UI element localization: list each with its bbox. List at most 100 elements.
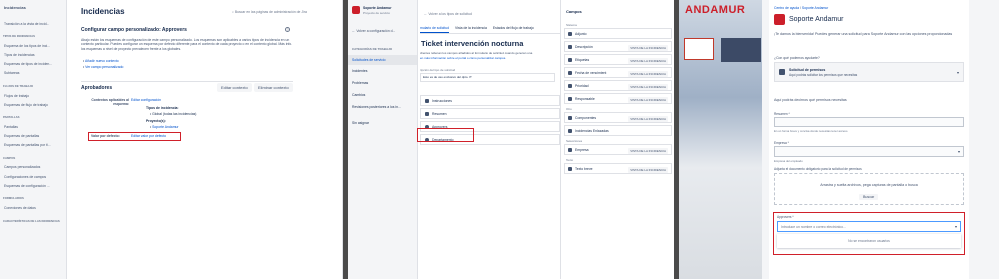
project-link[interactable]: Soporte Andamur <box>152 125 178 129</box>
field-item-label: Texto breve <box>575 167 593 171</box>
field-type-icon <box>568 148 572 153</box>
request-type-select[interactable]: Solicitud de permisos Aquí podrás solici… <box>774 62 964 82</box>
back-to-types[interactable]: ← Volver a los tipos de solicitud <box>424 12 472 16</box>
view-field-link[interactable]: Ver campo personalizado <box>85 65 123 69</box>
breadcrumb-project[interactable]: Soporte Andamur <box>802 6 828 10</box>
sidebar-item-flujos-de-trabajo[interactable]: Flujos de trabajo <box>3 91 65 100</box>
request-type-title: Solicitud de permisos <box>789 68 826 72</box>
tab-request-form[interactable]: mulario de solicitud <box>420 26 450 33</box>
sidebar-item-tipos-de-incidencias[interactable]: Tipos de incidencias <box>3 50 65 59</box>
field-type-icon <box>568 129 572 134</box>
field-item-label: Responsable <box>575 97 595 101</box>
sidebar-item-configuraciones-de-campos[interactable]: Configuraciones de campos <box>3 172 65 181</box>
sidebar-item-campos-personalizados[interactable]: Campos personalizados <box>3 163 65 172</box>
delete-context-button[interactable]: Eliminar contexto <box>254 83 293 92</box>
nav-group-label: CATEGORÍAS DE TRABAJO <box>352 47 393 51</box>
portal-title: Soporte Andamur <box>789 16 844 23</box>
nav-item-problems[interactable]: Problemas <box>348 77 417 89</box>
dropzone-text: Arrastra y suelta archivos, pega captura… <box>820 183 918 187</box>
sidebar-item-esquemas-de-pantallas-por-ti[interactable]: Esquemas de pantallas por ti... <box>3 141 65 150</box>
config-title: Configurar campo personalizado: Approver… <box>81 27 187 33</box>
summary-hint: En un forma breve y concisa donde necesi… <box>774 129 848 133</box>
nav-item-changes[interactable]: Cambios <box>348 89 417 101</box>
field-type-icon <box>568 84 572 89</box>
company-hint: Empresa del empleado <box>774 159 803 163</box>
field-item-componentes[interactable]: Componentes VISTA DE LA INCIDENCIA <box>564 112 672 123</box>
field-item-texto-breve[interactable]: Texto breve VISTA DE LA INCIDENCIA <box>564 163 672 174</box>
summary-input[interactable] <box>774 117 964 127</box>
sidebar-group-label: TIPOS DE INCIDENCIAS <box>3 34 36 39</box>
field-item-label: Descripción <box>575 45 593 49</box>
config-description: Abajo están los esquemas de configuració… <box>81 38 293 51</box>
sidebar-group-label: FORMULARIOS <box>3 196 24 201</box>
back-to-config-label: Volver a configuración d... <box>356 29 396 33</box>
request-type-pane: Soporte Andamur Proyecto de servicio ← V… <box>348 0 674 279</box>
admin-content: Incidencias ⌕ Buscar en las páginas de a… <box>67 0 343 279</box>
sidebar-item-pantallas[interactable]: Pantallas <box>3 122 65 131</box>
company-select[interactable]: ▾ <box>774 146 964 157</box>
company-label: Empresa * <box>774 141 789 145</box>
field-item-incidencias-enlazadas[interactable]: Incidencias Enlazadas <box>564 125 672 136</box>
field-item-adjunto[interactable]: Adjunto <box>564 28 672 39</box>
issue-view-badge: VISTA DE LA INCIDENCIA <box>628 167 668 173</box>
sidebar-item-transicion-a-la-vista-de-incid[interactable]: Transición a la vista de incid... <box>3 19 65 28</box>
browse-button[interactable]: Buscar <box>859 194 879 200</box>
banner-image: ANDAMUR <box>679 0 762 279</box>
truck-image <box>721 38 761 62</box>
sidebar-group-label: CARACTERÍSTICAS DE LAS INCIDENCIAS <box>3 218 60 223</box>
field-item-label: Incidencias Enlazadas <box>575 129 609 133</box>
welcome-text: ¡Te damos la bienvenida! Puedes generar … <box>774 32 953 36</box>
field-item-prioridad[interactable]: Prioridad VISTA DE LA INCIDENCIA <box>564 80 672 91</box>
sidebar-item-esquemas-de-tipos-de-inciden[interactable]: Esquemas de tipos de inciden... <box>3 60 65 69</box>
field-item-etiquetas[interactable]: Etiquetas VISTA DE LA INCIDENCIA <box>564 54 672 65</box>
type-desc-label: ripción del tipo de solicitud <box>420 68 456 72</box>
form-intro: Aquí podrás decirnos qué permisos necesi… <box>774 98 847 102</box>
admin-pane: Incidencias Transición a la vista de inc… <box>0 0 343 279</box>
summary-label: Resumen * <box>774 112 790 116</box>
admin-search-placeholder: Buscar en las páginas de administración … <box>234 10 307 14</box>
sidebar-item-esquemas-de-pantallas[interactable]: Esquemas de pantallas <box>3 132 65 141</box>
project-name: Soporte Andamur <box>363 6 392 10</box>
nav-item-post-reviews[interactable]: Revisiones posteriores a los in... <box>348 101 417 113</box>
admin-search[interactable]: ⌕ Buscar en las páginas de administració… <box>232 10 307 14</box>
field-row-label: Instrucciones <box>432 99 452 103</box>
field-item-label: Empresa <box>575 148 589 152</box>
issue-view-badge: VISTA DE LA INCIDENCIA <box>628 84 668 90</box>
section-title: Aprobadores <box>81 85 113 91</box>
tab-workflow-states[interactable]: Estados del flujo de trabajo <box>493 26 534 33</box>
add-context-link[interactable]: Añadir nuevo contexto <box>85 59 119 63</box>
field-item-responsable[interactable]: Responsable VISTA DE LA INCIDENCIA <box>564 93 672 104</box>
form-description-link[interactable]: en más información sobre el portal o cóm… <box>420 56 506 60</box>
approvers-input[interactable]: Introduce un nombre o correo electrónico… <box>777 221 961 232</box>
sidebar-item-conexiones-de-datos[interactable]: Conexiones de datos <box>3 203 65 212</box>
breadcrumb-home[interactable]: Centro de ayuda <box>774 6 799 10</box>
request-type-icon <box>779 69 785 75</box>
edit-default-link[interactable]: Editar valor por defecto <box>131 134 166 138</box>
type-desc-field[interactable]: Esto es de uso exclusivo del dpto. IT <box>420 73 555 82</box>
back-to-config[interactable]: ← Volver a configuración d... <box>352 29 395 33</box>
field-item-fecha-de-vencimient[interactable]: Fecha de vencimient VISTA DE LA INCIDENCI… <box>564 67 672 78</box>
attachment-dropzone[interactable]: Arrastra y suelta archivos, pega captura… <box>774 173 964 205</box>
issue-type-text: Global (todas las incidencias) <box>152 112 197 116</box>
edit-config-link[interactable]: Editar configuración <box>131 98 161 102</box>
field-row-summary[interactable]: Resumen <box>420 108 560 119</box>
sidebar-item-esquema-de-los-tipos-de-inci[interactable]: Esquema de los tipos de inci... <box>3 41 65 50</box>
field-item-empresa[interactable]: Empresa VISTA DE LA INCIDENCIA <box>564 144 672 155</box>
sidebar-item-subtareas[interactable]: Subtareas <box>3 69 65 78</box>
project-label: Proyecto(s): <box>146 119 166 123</box>
nav-item-service-requests[interactable]: Solicitudes de servicio <box>348 55 417 65</box>
help-icon[interactable]: ? <box>285 27 290 32</box>
ctx-label: Contextos aplicables al esquema: <box>91 98 129 106</box>
nav-item-incidents[interactable]: Incidentes <box>348 65 417 77</box>
nav-item-unassigned[interactable]: Sin asignar <box>348 117 417 129</box>
field-row-instructions[interactable]: Instrucciones <box>420 95 560 106</box>
chevron-down-icon: ▾ <box>954 224 957 229</box>
edit-context-button[interactable]: Editar contexto <box>217 83 252 92</box>
field-item-label: Adjunto <box>575 32 587 36</box>
sidebar-item-esquemas-de-configuracion[interactable]: Esquemas de configuración ... <box>3 181 65 190</box>
approvers-highlight <box>417 128 474 142</box>
admin-sidebar: Incidencias Transición a la vista de inc… <box>0 0 67 279</box>
tab-issue-view[interactable]: Vista de la incidencia <box>455 26 487 33</box>
sidebar-item-esquemas-de-flujo-de-trabajo[interactable]: Esquemas de flujo de trabajo <box>3 100 65 109</box>
field-item-descripcion[interactable]: Descripción VISTA DE LA INCIDENCIA <box>564 41 672 52</box>
